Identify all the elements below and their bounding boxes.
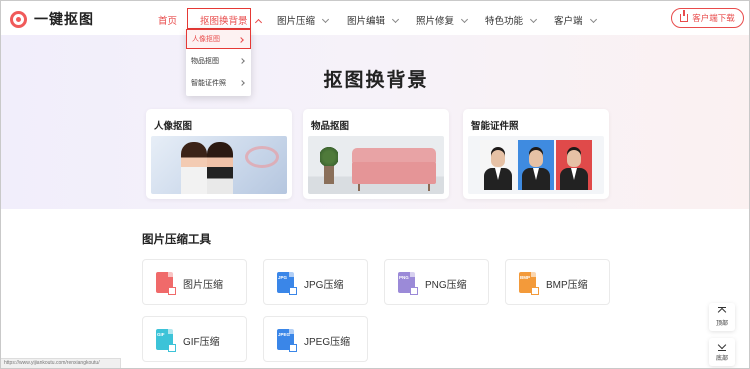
tool-image-compress[interactable]: 图片压缩 bbox=[142, 259, 247, 305]
person-figure bbox=[181, 142, 207, 194]
tool-bmp-compress[interactable]: BMP BMP压缩 bbox=[505, 259, 610, 305]
tool-label: JPG压缩 bbox=[304, 280, 344, 291]
nav-image-compress[interactable]: 图片压缩 bbox=[277, 13, 330, 27]
arrow-down-icon bbox=[718, 342, 726, 351]
nav-client[interactable]: 客户端 bbox=[554, 13, 597, 27]
cutout-dropdown-menu: 人像抠图 物品抠图 智能证件照 bbox=[186, 29, 251, 96]
menu-item-label: 智能证件照 bbox=[191, 80, 226, 87]
card-title: 人像抠图 bbox=[154, 121, 193, 132]
client-download-button[interactable]: 客户端下载 bbox=[671, 8, 744, 28]
menu-item-label: 人像抠图 bbox=[192, 36, 220, 43]
bmp-file-icon: BMP bbox=[519, 272, 539, 295]
menu-item-label: 物品抠图 bbox=[191, 58, 219, 65]
nav-image-edit[interactable]: 图片编辑 bbox=[347, 13, 400, 27]
menu-item-object-cutout[interactable]: 物品抠图 bbox=[186, 51, 251, 71]
nav-image-edit-label: 图片编辑 bbox=[347, 16, 386, 27]
chevron-down-icon bbox=[321, 15, 330, 24]
top-header: 一键抠图 首页 抠图换背景 图片压缩 图片编辑 照片修复 特色功能 客户端 客户… bbox=[1, 1, 749, 35]
chevron-right-icon bbox=[238, 37, 244, 43]
back-to-top-button[interactable]: 顶部 bbox=[709, 303, 735, 331]
browser-page: 一键抠图 首页 抠图换背景 图片压缩 图片编辑 照片修复 特色功能 客户端 客户… bbox=[0, 0, 750, 369]
card-object-cutout[interactable]: 物品抠图 bbox=[303, 109, 449, 199]
card-portrait-cutout[interactable]: 人像抠图 bbox=[146, 109, 292, 199]
back-to-top-label: 顶部 bbox=[715, 321, 728, 327]
menu-item-portrait-cutout[interactable]: 人像抠图 bbox=[186, 29, 251, 49]
sofa-leg bbox=[428, 184, 430, 191]
chevron-down-icon bbox=[391, 15, 400, 24]
nav-special-features-label: 特色功能 bbox=[485, 16, 524, 27]
card-title: 物品抠图 bbox=[311, 121, 350, 132]
chevron-up-icon bbox=[254, 18, 262, 27]
tool-label: GIF压缩 bbox=[183, 337, 220, 348]
pot-figure bbox=[324, 166, 334, 184]
tool-label: BMP压缩 bbox=[546, 280, 588, 291]
download-icon bbox=[680, 10, 689, 22]
tool-jpeg-compress[interactable]: JPEG JPEG压缩 bbox=[263, 316, 368, 362]
chevron-down-icon bbox=[589, 15, 597, 24]
menu-item-id-photo[interactable]: 智能证件照 bbox=[186, 73, 251, 93]
sofa-leg bbox=[358, 184, 360, 191]
chevron-right-icon bbox=[239, 80, 245, 86]
tool-label: JPEG压缩 bbox=[304, 337, 351, 348]
go-to-bottom-label: 底部 bbox=[715, 356, 728, 362]
logo-icon bbox=[10, 10, 27, 28]
portrait-sample-image bbox=[151, 136, 287, 194]
tool-gif-compress[interactable]: GIF GIF压缩 bbox=[142, 316, 247, 362]
go-to-bottom-button[interactable]: 底部 bbox=[709, 338, 735, 366]
brand-name: 一键抠图 bbox=[34, 11, 94, 27]
object-sample-image bbox=[308, 136, 444, 194]
image-file-icon bbox=[156, 272, 176, 295]
jpeg-file-icon: JPEG bbox=[277, 329, 297, 352]
id-photo-red bbox=[556, 140, 592, 190]
nav-client-label: 客户端 bbox=[554, 16, 583, 27]
decor-shape bbox=[245, 146, 279, 168]
tool-label: PNG压缩 bbox=[425, 280, 467, 291]
chevron-down-icon bbox=[460, 15, 469, 24]
nav-highlight-box bbox=[187, 8, 251, 29]
nav-special-features[interactable]: 特色功能 bbox=[485, 13, 538, 27]
brand-logo[interactable]: 一键抠图 bbox=[10, 9, 94, 29]
id-photo-white bbox=[480, 140, 516, 190]
card-id-photo[interactable]: 智能证件照 bbox=[463, 109, 609, 199]
card-title: 智能证件照 bbox=[471, 121, 519, 132]
tool-png-compress[interactable]: PNG PNG压缩 bbox=[384, 259, 489, 305]
page-title: 抠图换背景 bbox=[323, 70, 429, 91]
nav-photo-repair[interactable]: 照片修复 bbox=[416, 13, 469, 27]
png-file-icon: PNG bbox=[398, 272, 418, 295]
arrow-up-icon bbox=[718, 307, 726, 316]
plant-figure bbox=[320, 146, 338, 168]
client-download-label: 客户端下载 bbox=[692, 13, 735, 23]
nav-image-compress-label: 图片压缩 bbox=[277, 16, 316, 27]
section-title: 图片压缩工具 bbox=[142, 234, 211, 246]
nav-photo-repair-label: 照片修复 bbox=[416, 16, 455, 27]
id-photo-sample-image bbox=[468, 136, 604, 194]
tool-label: 图片压缩 bbox=[183, 280, 223, 291]
id-photo-blue bbox=[518, 140, 554, 190]
chevron-right-icon bbox=[239, 58, 245, 64]
tool-jpg-compress[interactable]: JPG JPG压缩 bbox=[263, 259, 368, 305]
gif-file-icon: GIF bbox=[156, 329, 176, 352]
person-figure bbox=[207, 142, 233, 194]
chevron-down-icon bbox=[529, 15, 538, 24]
nav-home[interactable]: 首页 bbox=[158, 13, 177, 27]
sofa-figure bbox=[352, 148, 436, 184]
jpg-file-icon: JPG bbox=[277, 272, 297, 295]
status-bar-url: https://www.yijiankoutu.com/renxiangkout… bbox=[1, 358, 121, 368]
